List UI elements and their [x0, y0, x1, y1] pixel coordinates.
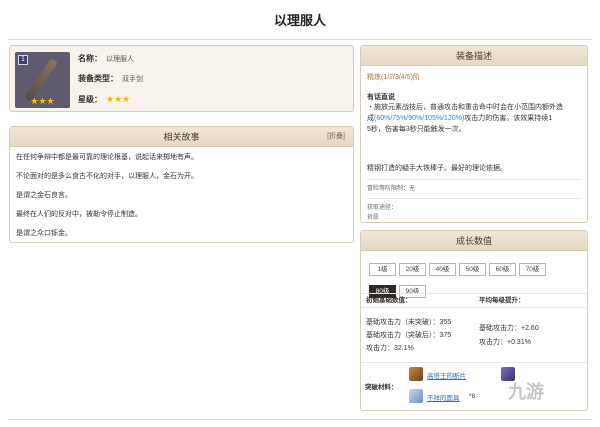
story-title: 相关故事 [163, 132, 200, 142]
level-tab-50[interactable]: 50级 [459, 263, 486, 276]
source-label: 获取途径： [367, 205, 398, 211]
type-label: 装备类型： [78, 74, 118, 83]
level-tab-70[interactable]: 70级 [519, 263, 546, 276]
avg-atk-percent: 攻击力：+0.31% [479, 339, 531, 346]
story-panel: 相关故事 [折叠] 在任何争辩中都是最可靠的理论根基，说起话来掷地有声。 不论面… [9, 126, 354, 243]
type-value: 双手剑 [122, 76, 143, 83]
page-title: 以理服人 [273, 13, 326, 28]
name-field: 名称： 以理服人 [78, 53, 134, 64]
level-tab-20[interactable]: 20级 [399, 263, 426, 276]
materials-label: 突破材料： [365, 384, 398, 391]
type-field: 装备类型： 双手剑 [78, 73, 143, 84]
base-atk-prebreak: 基础攻击力（未突破）：355 [366, 319, 452, 326]
thumbnail-stars: ★★★ [30, 96, 55, 106]
passive-text: 攻击力的伤害。该效果持续1 [464, 115, 553, 122]
per-level-header: 平均每级提升： [479, 297, 525, 304]
title-divider [8, 39, 592, 40]
story-line: 最终在人们的反对中，被勒令停止制造。 [16, 211, 142, 218]
watermark-logo: 九游 [508, 382, 544, 402]
name-label: 名称： [78, 54, 102, 63]
collapse-link[interactable]: [折叠] [327, 127, 345, 147]
story-line: 在任何争辩中都是最可靠的理论根基，说起话来掷地有声。 [16, 154, 198, 161]
base-atk-postbreak: 基础攻击力（突破后）：375 [366, 332, 452, 339]
flavor-text: 精钢打造的疑手大铁棒子。最好的理论依据。 [367, 165, 507, 172]
refine-level: 精炼(1/2/3/4/5)阶 [367, 74, 420, 81]
passive-line: ・施放元素战技后，普通攻击和重击命中时会在小范围内额外造 [367, 104, 563, 111]
material-3-icon[interactable] [409, 389, 423, 403]
material-2-link[interactable]: 不祥的面具 [427, 392, 460, 402]
material-1-link[interactable]: 高塔王的断片 [427, 370, 466, 380]
story-line: 是谓之金石良言。 [16, 192, 72, 199]
passive-text: 成 [367, 115, 374, 122]
equipment-description-panel: 装备描述 精炼(1/2/3/4/5)阶 有话直说 ・施放元素战技后，普通攻击和重… [360, 45, 588, 223]
level-tab-40[interactable]: 40级 [429, 263, 456, 276]
level-badge: 1 [18, 55, 28, 65]
growth-header: 成长数值 [361, 231, 587, 251]
footer-divider [8, 419, 592, 420]
passive-scaling: (60%/75%/90%/105%/120%) [374, 115, 465, 122]
weapon-card: 1 ★★★ 名称： 以理服人 装备类型： 双手剑 星级： ★★★ [9, 45, 354, 112]
level-tab-60[interactable]: 60级 [489, 263, 516, 276]
rarity-label: 星级： [78, 95, 102, 104]
passive-name: 有话直说 [367, 94, 395, 101]
story-line: 是谓之众口铄金。 [16, 230, 72, 237]
adventure-rank-limit: 冒险等阶限制：无 [367, 186, 416, 192]
rarity-stars-icon: ★★★ [106, 94, 131, 104]
rarity-field: 星级： ★★★ [78, 94, 130, 105]
equip-header: 装备描述 [361, 46, 587, 66]
material-2-count: *8 [469, 393, 476, 400]
source-value: 祈愿 [367, 215, 380, 221]
story-header: 相关故事 [折叠] [10, 127, 353, 147]
name-value: 以理服人 [106, 56, 134, 63]
avg-base-atk: 基础攻击力：+2.60 [479, 325, 539, 332]
atk-percent: 攻击力：32.1% [366, 345, 414, 352]
material-1-icon[interactable] [409, 367, 423, 381]
stat-table-header: 初始基础数值： 平均每级提升： [361, 293, 587, 308]
passive-line: 5秒，伤害每3秒只能触发一次。 [367, 126, 466, 133]
base-stats-header: 初始基础数值： [366, 297, 412, 304]
story-line: 不论面对的是多么食古不化的对手，以理服人，金石为开。 [16, 173, 198, 180]
weapon-thumbnail: 1 ★★★ [15, 52, 70, 108]
passive-line: 成(60%/75%/90%/105%/120%)攻击力的伤害。该效果持续1 [361, 113, 587, 124]
level-tab-1[interactable]: 1级 [369, 263, 396, 276]
